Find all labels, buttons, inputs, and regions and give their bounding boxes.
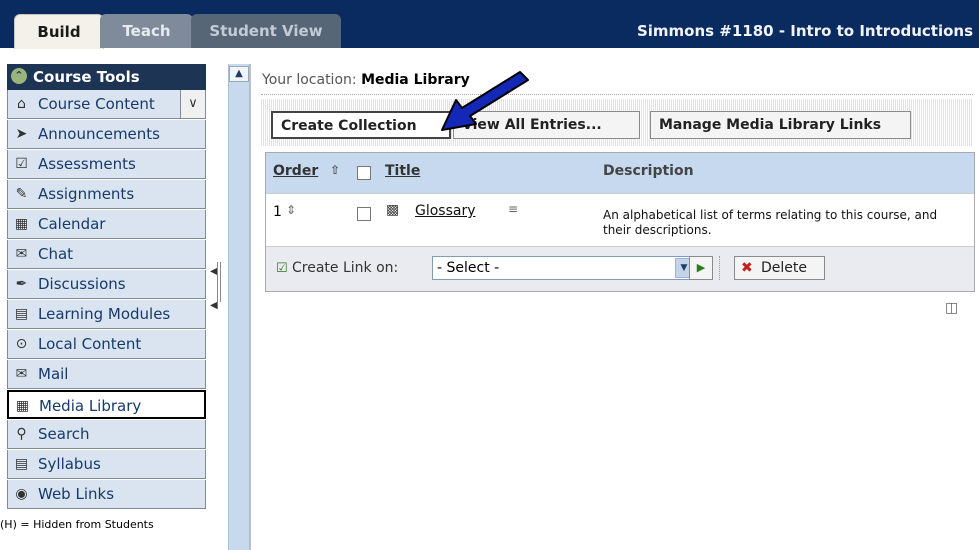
module-icon: ▤ [14,306,29,322]
sidebar-item-announcements[interactable]: ➤ Announcements [7,120,206,149]
sidebar-item-local-content[interactable]: ⊙ Local Content [7,330,206,359]
assessment-icon: ☑ [15,156,28,172]
action-menu-icon[interactable]: ≡ [508,202,518,216]
course-title: Simmons #1180 - Intro to Introductions [636,22,973,40]
order-column-header[interactable]: Order [273,163,318,179]
search-icon: ⚲ [16,426,27,442]
scroll-up-icon[interactable]: ▲ [229,66,249,82]
sidebar-item-discussions[interactable]: ✒ Discussions [7,270,206,299]
tab-build[interactable]: Build [14,14,104,49]
local-content-icon: ⊙ [15,336,28,352]
sidebar-item-search[interactable]: ⚲ Search [7,420,206,449]
row-order: 1 [273,204,282,220]
media-library-table: Order ⇧ Title Description 1 ⇕ ▩ Glossary… [265,152,975,292]
collapse-sidebar-handle[interactable]: ◀ ◀ [210,262,224,322]
title-column-header[interactable]: Title [385,163,420,179]
delete-button[interactable]: ✖ Delete [734,256,825,280]
table-row: 1 ⇕ ▩ Glossary ≡ An alphabetical list of… [266,193,974,246]
home-icon: ⌂ [17,96,26,112]
sidebar-item-syllabus[interactable]: ▤ Syllabus [7,450,206,479]
row-checkbox[interactable] [357,207,371,221]
glossary-link[interactable]: Glossary [415,203,476,219]
delete-icon: ✖ [741,260,753,276]
select-all-checkbox[interactable] [357,166,371,180]
row-description: An alphabetical list of terms relating t… [603,208,938,237]
table-header: Order ⇧ Title Description [266,153,974,193]
link-icon: ☑ [276,261,288,276]
sidebar-item-learning-modules[interactable]: ▤ Learning Modules [7,300,206,329]
action-bar: Create Collection View All Entries... Ma… [261,99,973,146]
manage-links-button[interactable]: Manage Media Library Links [650,111,911,139]
web-links-icon: ◉ [15,486,28,502]
syllabus-icon: ▤ [14,456,29,472]
document-icon: ▩ [386,202,400,218]
create-link-label: Create Link on: [292,260,399,276]
sidebar-item-media-library[interactable]: ▦ Media Library [7,390,206,419]
create-link-select[interactable]: - Select - ▼ [432,256,695,280]
sidebar-item-calendar[interactable]: ▦ Calendar [7,210,206,239]
description-column-header: Description [603,163,694,179]
sidebar-scrollbar[interactable]: ▲ [228,64,250,550]
sidebar-item-assignments[interactable]: ✎ Assignments [7,180,206,209]
sidebar-item-web-links[interactable]: ◉ Web Links [7,480,206,509]
reorder-icon[interactable]: ⇕ [286,203,296,217]
assignment-icon: ✎ [15,186,28,202]
discussions-icon: ✒ [15,276,28,292]
divider [261,94,973,95]
go-button[interactable]: ▶ [689,256,713,280]
footer-divider [719,256,721,280]
tab-student-view[interactable]: Student View [191,14,341,48]
expand-chevron-icon[interactable]: ∨ [180,90,205,118]
sort-arrow-icon[interactable]: ⇧ [330,163,340,177]
main-content: Your location: Media Library Create Coll… [250,64,979,550]
collapse-chevron-icon[interactable]: ⌃ [11,68,27,84]
sidebar-item-chat[interactable]: ✉ Chat [7,240,206,269]
annotation-arrow [441,71,529,131]
hidden-note: (H) = Hidden from Students [0,518,154,531]
sidebar-item-mail[interactable]: ✉ Mail [7,360,206,389]
sidebar-item-assessments[interactable]: ☑ Assessments [7,150,206,179]
copy-icon[interactable]: ◫ [945,300,958,316]
chat-icon: ✉ [15,246,28,262]
table-footer: ☑ Create Link on: - Select - ▼ ▶ ✖ Delet… [266,246,974,291]
tab-teach[interactable]: Teach [100,14,193,48]
mail-icon: ✉ [15,366,28,382]
course-tools-header[interactable]: ⌃ Course Tools [7,64,206,90]
top-bar: Build Teach Student View Simmons #1180 -… [0,0,979,49]
media-library-icon: ▦ [15,398,30,414]
sidebar-item-course-content[interactable]: ⌂ Course Content ∨ [7,90,206,119]
calendar-icon: ▦ [14,216,29,232]
megaphone-icon: ➤ [15,126,28,142]
